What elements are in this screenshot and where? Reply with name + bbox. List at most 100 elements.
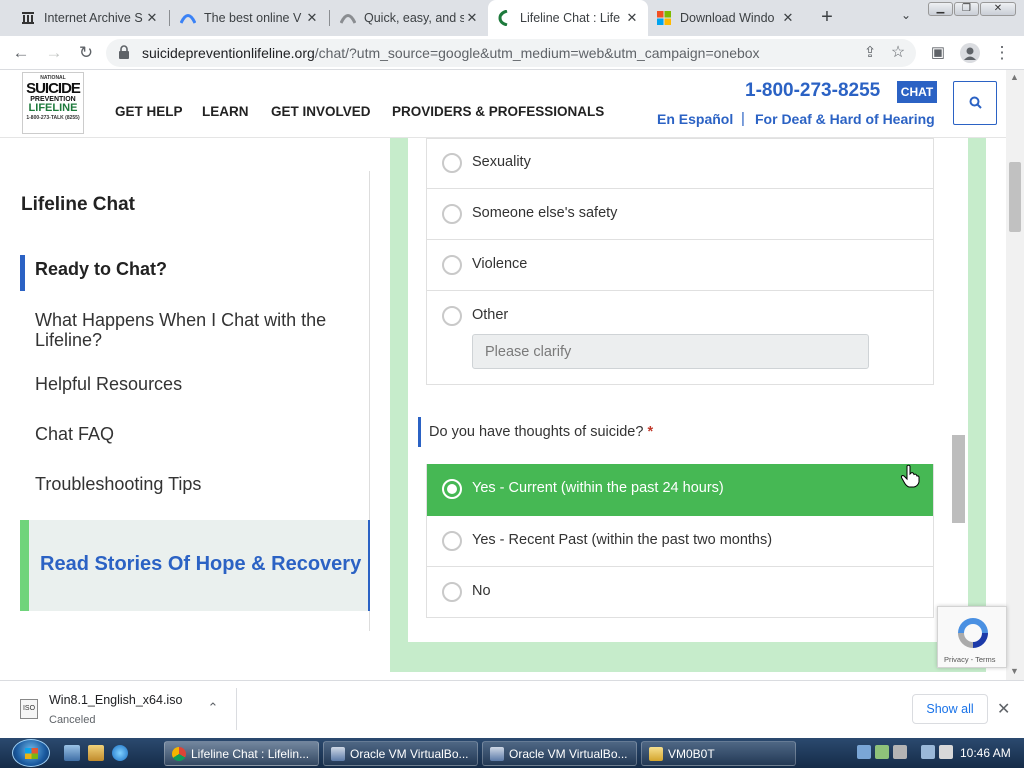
nav-learn[interactable]: LEARN [202, 104, 249, 119]
taskbar-clock[interactable]: 10:46 AM [960, 746, 1011, 760]
explorer-icon[interactable] [88, 745, 104, 761]
url-text: suicidepreventionlifeline.org/chat/?utm_… [142, 45, 760, 61]
tab-lifeline-chat[interactable]: Lifeline Chat : Life ✕ [488, 0, 648, 36]
close-tab-icon[interactable]: ✕ [144, 10, 160, 26]
lock-icon [119, 45, 129, 59]
tab-online-vpn[interactable]: The best online V ✕ [172, 0, 328, 36]
close-tab-icon[interactable]: ✕ [464, 10, 480, 26]
sidebar-item-what-happens[interactable]: What Happens When I Chat with the Lifeli… [35, 310, 355, 350]
archive-icon [20, 10, 36, 26]
stories-of-hope-link[interactable]: Read Stories Of Hope & Recovery [20, 520, 370, 611]
tray-app-icon[interactable] [857, 745, 871, 759]
tray-app-icon[interactable] [875, 745, 889, 759]
download-status: Canceled [49, 714, 96, 726]
sidebar-item-troubleshooting[interactable]: Troubleshooting Tips [35, 474, 201, 495]
show-desktop-icon[interactable] [64, 745, 80, 761]
bookmark-star-icon[interactable]: ☆ [886, 41, 910, 65]
page-scrollbar[interactable]: ▲ ▼ [1006, 70, 1024, 680]
sidebar-item-ready-to-chat[interactable]: Ready to Chat? [35, 259, 167, 280]
virtualbox-icon [331, 747, 345, 761]
side-panel-icon[interactable]: ▣ [926, 41, 950, 65]
address-bar[interactable]: suicidepreventionlifeline.org/chat/?utm_… [106, 39, 916, 67]
scroll-down-arrow-icon[interactable]: ▼ [1010, 666, 1019, 676]
nav-get-involved[interactable]: GET INVOLVED [271, 104, 371, 119]
tray-app-icon[interactable] [893, 745, 907, 759]
system-tray [855, 745, 960, 763]
scroll-up-arrow-icon[interactable]: ▲ [1010, 72, 1019, 82]
radio-button-selected[interactable] [442, 479, 462, 499]
nav-get-help[interactable]: GET HELP [115, 104, 183, 119]
vpn-icon [180, 10, 196, 26]
restore-window-button[interactable]: ❐ [954, 2, 979, 16]
option-sexuality[interactable]: Sexuality [427, 138, 933, 189]
deaf-hard-of-hearing-link[interactable]: For Deaf & Hard of Hearing [755, 111, 935, 127]
sidebar-title: Lifeline Chat [21, 194, 136, 215]
radio-button[interactable] [442, 531, 462, 551]
espanol-link[interactable]: En Español [657, 111, 733, 127]
tab-quick-easy[interactable]: Quick, easy, and s ✕ [332, 0, 488, 36]
close-icon[interactable]: ✕ [997, 699, 1010, 719]
page-scrollbar-thumb[interactable] [1009, 162, 1021, 232]
taskbar-virtualbox-1[interactable]: Oracle VM VirtualBo... [323, 741, 478, 766]
browser-menu-icon[interactable]: ⋮ [990, 41, 1014, 65]
close-window-button[interactable]: ✕ [980, 2, 1016, 16]
download-shelf [0, 680, 1024, 738]
virtualbox-icon [490, 747, 504, 761]
taskbar-virtualbox-2[interactable]: Oracle VM VirtualBo... [482, 741, 637, 766]
new-tab-button[interactable]: + [815, 6, 839, 30]
back-arrow-icon[interactable]: ← [9, 41, 33, 65]
browser-toolbar: ← → ↻ suicidepreventionlifeline.org/chat… [0, 36, 1024, 70]
chrome-icon [172, 747, 186, 761]
sidebar-item-chat-faq[interactable]: Chat FAQ [35, 424, 114, 445]
close-tab-icon[interactable]: ✕ [304, 10, 320, 26]
radio-button[interactable] [442, 204, 462, 224]
chevron-up-icon[interactable]: ⌃ [205, 700, 221, 716]
tab-search-icon[interactable]: ⌄ [896, 8, 916, 28]
close-tab-icon[interactable]: ✕ [780, 10, 796, 26]
taskbar-chrome-lifeline[interactable]: Lifeline Chat : Lifelin... [164, 741, 319, 766]
nav-providers-professionals[interactable]: PROVIDERS & PROFESSIONALS [392, 104, 604, 119]
profile-avatar-icon[interactable] [958, 41, 982, 65]
radio-button[interactable] [442, 306, 462, 326]
recaptcha-badge[interactable]: Privacy - Terms [937, 606, 1007, 668]
suicide-thoughts-question: Do you have thoughts of suicide? * [429, 424, 654, 440]
network-icon[interactable] [921, 745, 935, 759]
site-search-button[interactable] [953, 81, 997, 125]
please-clarify-input[interactable] [472, 334, 869, 369]
question-accent-bar [418, 417, 421, 447]
share-icon[interactable]: ⇪ [858, 41, 882, 65]
answer-no[interactable]: No [427, 567, 933, 618]
reload-icon[interactable]: ↻ [74, 41, 98, 65]
header-link-separator: | [741, 110, 745, 127]
close-tab-icon[interactable]: ✕ [624, 10, 640, 26]
tab-internet-archive[interactable]: Internet Archive S ✕ [12, 0, 168, 36]
sidebar-item-helpful-resources[interactable]: Helpful Resources [35, 374, 182, 395]
recaptcha-icon [958, 618, 988, 648]
minimize-window-button[interactable]: ▁ [928, 2, 953, 16]
volume-muted-icon[interactable] [939, 745, 953, 759]
lifeline-logo[interactable]: NATIONAL SUICIDE PREVENTION LIFELINE 1-8… [22, 72, 84, 134]
start-button[interactable] [12, 739, 50, 767]
taskbar-folder-vm0b0t[interactable]: VM0B0T [641, 741, 796, 766]
radio-button[interactable] [442, 582, 462, 602]
chat-badge-button[interactable]: CHAT [897, 81, 937, 103]
browser-tab-strip: Internet Archive S ✕ The best online V ✕… [0, 0, 1024, 36]
phone-number-link[interactable]: 1-800-273-8255 [745, 80, 880, 102]
windows-icon [656, 10, 672, 26]
radio-button[interactable] [442, 255, 462, 275]
download-filename[interactable]: Win8.1_English_x64.iso [49, 693, 182, 707]
answer-yes-current[interactable]: Yes - Current (within the past 24 hours) [427, 464, 933, 516]
form-scrollbar-thumb[interactable] [952, 435, 965, 523]
forward-arrow-icon[interactable]: → [42, 41, 66, 65]
option-someone-elses-safety[interactable]: Someone else's safety [427, 189, 933, 240]
radio-button[interactable] [442, 153, 462, 173]
option-violence[interactable]: Violence [427, 240, 933, 291]
hand-cursor-icon [900, 464, 920, 488]
answer-yes-recent-past[interactable]: Yes - Recent Past (within the past two m… [427, 516, 933, 567]
required-marker: * [647, 424, 654, 440]
tab-download-windows[interactable]: Download Windo ✕ [648, 0, 804, 36]
internet-explorer-icon[interactable] [112, 745, 128, 761]
show-all-downloads-button[interactable]: Show all [912, 694, 988, 724]
iso-file-icon: ISO [20, 699, 38, 719]
folder-icon [649, 747, 663, 761]
